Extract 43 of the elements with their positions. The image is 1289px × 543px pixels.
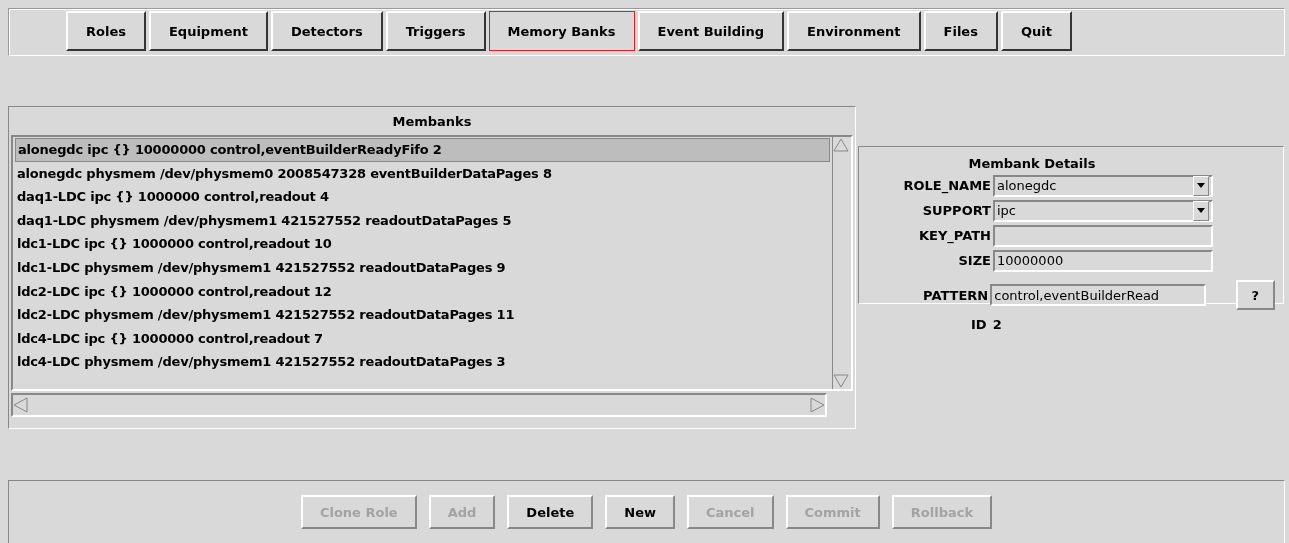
- field-label: ROLE_NAME: [902, 178, 991, 193]
- id-value: 2: [992, 317, 1002, 332]
- action-button[interactable]: Delete: [507, 495, 594, 529]
- panel-title: Membank Details: [967, 155, 1097, 173]
- menu-button[interactable]: Event Building: [637, 11, 785, 51]
- input-field[interactable]: [993, 224, 1213, 247]
- panel-title: Membanks: [391, 113, 473, 131]
- input-field[interactable]: 10000000: [993, 249, 1213, 272]
- field-label: SIZE: [957, 253, 991, 268]
- list-item[interactable]: alonegdc ipc {} 10000000 control,eventBuilderReadyFifo 2: [15, 138, 830, 162]
- field-label: SUPPORT: [921, 203, 991, 218]
- menu-button[interactable]: Files: [923, 11, 998, 51]
- menu-button[interactable]: Equipment: [148, 11, 268, 51]
- action-button[interactable]: New: [605, 495, 675, 529]
- scroll-down-icon[interactable]: [833, 373, 849, 389]
- horizontal-scrollbar[interactable]: [11, 393, 827, 417]
- list-item[interactable]: daq1-LDC ipc {} 1000000 control,readout 4: [15, 185, 830, 209]
- list-item[interactable]: ldc4-LDC ipc {} 1000000 control,readout 7: [15, 326, 830, 351]
- caret-icon: [1197, 208, 1205, 213]
- scroll-right-icon[interactable]: [809, 397, 825, 413]
- caret-icon: [1197, 183, 1205, 188]
- scroll-left-icon[interactable]: [13, 397, 29, 413]
- menu-button[interactable]: Environment: [787, 11, 921, 51]
- field-label: PATTERN: [922, 287, 989, 303]
- id-label: ID: [971, 317, 987, 332]
- menu-button[interactable]: Memory Banks: [488, 11, 635, 51]
- list-item[interactable]: ldc2-LDC physmem /dev/physmem1 421527552 readoutDataPages 11: [15, 303, 830, 327]
- menu-button[interactable]: Quit: [1000, 11, 1072, 51]
- scroll-up-icon[interactable]: [833, 137, 849, 153]
- dropdown-field[interactable]: ipc: [993, 199, 1213, 222]
- menu-button[interactable]: Detectors: [271, 11, 383, 51]
- dropdown-field[interactable]: alonegdc: [993, 174, 1213, 197]
- list-item[interactable]: daq1-LDC physmem /dev/physmem1 421527552 readoutDataPages 5: [15, 208, 830, 233]
- field-label: KEY_PATH: [918, 228, 991, 243]
- menu-button[interactable]: Roles: [66, 11, 146, 51]
- input-field[interactable]: control,eventBuilderRead: [990, 284, 1206, 306]
- help-button[interactable]: ?: [1235, 280, 1275, 310]
- list-item[interactable]: ldc1-LDC ipc {} 1000000 control,readout 10: [15, 232, 830, 256]
- list-item[interactable]: ldc4-LDC physmem /dev/physmem1 421527552 readoutDataPages 3: [15, 350, 830, 374]
- list-item[interactable]: ldc2-LDC ipc {} 1000000 control,readout 12: [15, 279, 830, 304]
- menu-button[interactable]: Triggers: [385, 11, 486, 51]
- list-item[interactable]: ldc1-LDC physmem /dev/physmem1 421527552 readoutDataPages 9: [15, 255, 830, 280]
- list-item[interactable]: alonegdc physmem /dev/physmem0 2008547328 eventBuilderDataPages 8: [15, 161, 830, 186]
